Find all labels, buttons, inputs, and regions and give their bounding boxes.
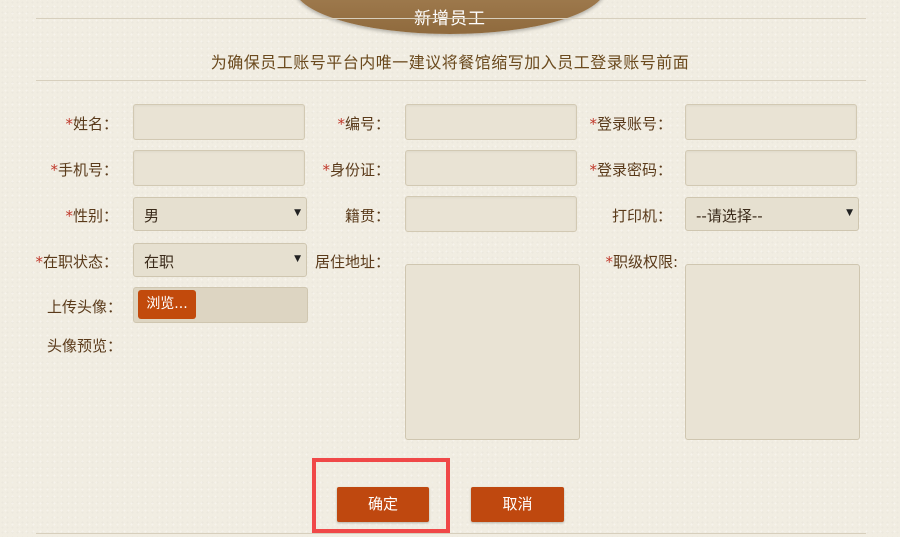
divider-top (36, 18, 866, 19)
chevron-down-icon: ▼ (846, 208, 853, 218)
login-account-label: *登录账号： (589, 115, 672, 133)
phone-field[interactable] (133, 150, 305, 186)
account-notice: 为确保员工账号平台内唯一建议将餐馆缩写加入员工登录账号前面 (210, 53, 690, 72)
address-label: 居住地址： (314, 253, 390, 271)
printer-label: 打印机： (611, 207, 672, 225)
native-place-field[interactable] (405, 196, 577, 232)
chevron-down-icon: ▼ (294, 208, 301, 218)
permissions-textarea[interactable] (685, 264, 860, 440)
avatar-preview-label: 头像预览： (46, 337, 122, 355)
chevron-down-icon: ▼ (294, 254, 301, 264)
permissions-label: *职级权限: (605, 253, 678, 271)
id-card-label: *身份证： (322, 161, 390, 179)
login-password-field[interactable] (685, 150, 857, 186)
status-label: *在职状态： (35, 253, 118, 271)
gender-selected-value: 男 (144, 207, 160, 225)
id-card-field[interactable] (405, 150, 577, 186)
login-password-label: *登录密码： (589, 161, 672, 179)
gender-label: *性别： (65, 207, 118, 225)
status-select[interactable]: 在职 ▼ (133, 243, 307, 277)
name-field[interactable] (133, 104, 305, 140)
printer-select[interactable]: --请选择-- ▼ (685, 197, 859, 231)
employee-no-field[interactable] (405, 104, 577, 140)
confirm-button[interactable]: 确定 (337, 487, 429, 522)
employee-no-label: *编号： (337, 115, 390, 133)
address-textarea[interactable] (405, 264, 580, 440)
phone-label: *手机号： (50, 161, 118, 179)
printer-selected-value: --请选择-- (696, 207, 763, 225)
cancel-button[interactable]: 取消 (471, 487, 564, 522)
name-label: *姓名： (65, 115, 118, 133)
divider-bottom (36, 533, 866, 534)
gender-select[interactable]: 男 ▼ (133, 197, 307, 231)
login-account-field[interactable] (685, 104, 857, 140)
page-title: 新增员工 (414, 9, 486, 29)
divider-notice (36, 80, 866, 81)
native-place-label: 籍贯： (344, 207, 390, 225)
avatar-upload-label: 上传头像： (46, 298, 122, 316)
browse-button[interactable]: 浏览... (138, 290, 196, 319)
status-selected-value: 在职 (144, 253, 175, 271)
